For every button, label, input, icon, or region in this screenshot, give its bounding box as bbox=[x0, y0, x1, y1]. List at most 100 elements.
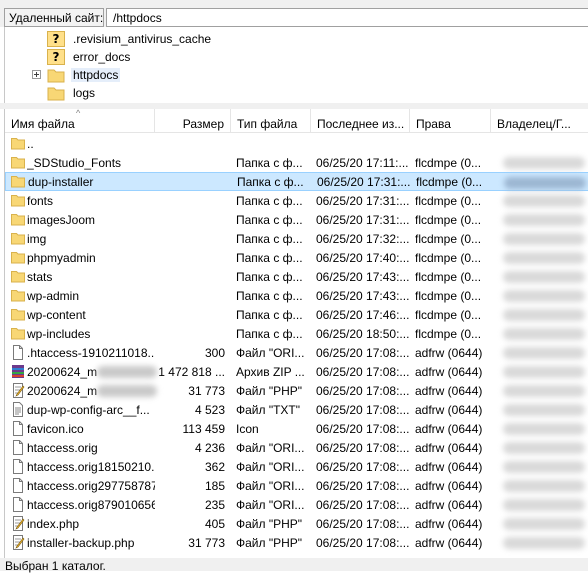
file-row[interactable]: 20200624_m 31 773 Файл "PHP" 06/25/20 17:08… bbox=[5, 381, 588, 400]
folder-icon bbox=[11, 136, 25, 153]
file-permissions: adfrw (0644) bbox=[415, 498, 483, 512]
redacted-owner bbox=[503, 309, 585, 321]
remote-directory-tree[interactable]: ? .revisium_antivirus_cache ? error_docs… bbox=[4, 27, 588, 103]
redacted-owner bbox=[503, 499, 585, 511]
file-row[interactable]: wp-includes Папка с ф... 06/25/20 18:50:..… bbox=[5, 324, 588, 343]
file-modified: 06/25/20 18:50:... bbox=[316, 327, 410, 341]
file-name: dup-installer bbox=[28, 175, 94, 189]
file-permissions: adfrw (0644) bbox=[415, 384, 483, 398]
file-type: Папка с ф... bbox=[236, 194, 303, 208]
file-row[interactable]: stats Папка с ф... 06/25/20 17:43:... flcdm… bbox=[5, 267, 588, 286]
column-header-modified[interactable]: Последнее из... bbox=[311, 109, 410, 133]
file-modified: 06/25/20 17:08:... bbox=[316, 346, 410, 360]
file-row[interactable]: .htaccess-1910211018... 300 Файл "ORI... 06… bbox=[5, 343, 588, 362]
file-row[interactable]: fonts Папка с ф... 06/25/20 17:31:... flcdm… bbox=[5, 191, 588, 210]
file-type: Папка с ф... bbox=[236, 232, 303, 246]
file-row[interactable]: phpmyadmin Папка с ф... 06/25/20 17:40:...… bbox=[5, 248, 588, 267]
file-type: Папка с ф... bbox=[236, 308, 303, 322]
file-name: img bbox=[27, 232, 47, 246]
file-type: Файл "ORI... bbox=[236, 498, 305, 512]
redacted-owner bbox=[503, 423, 585, 435]
file-row[interactable]: htaccess.orig 4 236 Файл "ORI... 06/25/20 1… bbox=[5, 438, 588, 457]
expand-httpdocs-icon[interactable] bbox=[32, 70, 41, 79]
file-row[interactable]: img Папка с ф... 06/25/20 17:32:... flcdmpe… bbox=[5, 229, 588, 248]
file-modified: 06/25/20 17:08:... bbox=[316, 517, 410, 531]
column-header-name[interactable]: Имя файла ^ bbox=[5, 109, 155, 133]
file-type: Файл "ORI... bbox=[236, 460, 305, 474]
file-row[interactable]: index.php 405 Файл "PHP" 06/25/20 17:08:...… bbox=[5, 514, 588, 533]
file-row[interactable]: htaccess.orig297758787 185 Файл "ORI... 06/… bbox=[5, 476, 588, 495]
column-header-type[interactable]: Тип файла bbox=[231, 109, 311, 133]
file-size: 4 236 bbox=[194, 441, 225, 455]
file-permissions: flcdmpe (0... bbox=[415, 232, 482, 246]
file-size: 4 523 bbox=[194, 403, 225, 417]
file-permissions: flcdmpe (0... bbox=[415, 327, 482, 341]
file-permissions: adfrw (0644) bbox=[415, 517, 483, 531]
file-row[interactable]: wp-admin Папка с ф... 06/25/20 17:43:... fl… bbox=[5, 286, 588, 305]
folder-icon bbox=[11, 250, 25, 267]
file-modified: 06/25/20 17:08:... bbox=[316, 498, 410, 512]
file-type: Архив ZIP ... bbox=[236, 365, 305, 379]
file-icon bbox=[11, 478, 25, 496]
file-type: Файл "TXT" bbox=[236, 403, 301, 417]
folder-icon bbox=[11, 212, 25, 229]
status-bar: Выбран 1 каталог. bbox=[0, 558, 588, 573]
file-name: fonts bbox=[27, 194, 54, 208]
column-header-type-label: Тип файла bbox=[237, 117, 298, 131]
file-name: .. bbox=[27, 137, 34, 151]
file-row[interactable]: 20200624_m 1 472 818 ... Архив ZIP ... 06/2… bbox=[5, 362, 588, 381]
redacted-owner bbox=[503, 480, 585, 492]
question-folder-icon: ? bbox=[47, 31, 65, 47]
file-row[interactable]: .. bbox=[5, 134, 588, 153]
file-type: Папка с ф... bbox=[237, 175, 304, 189]
remote-path-input[interactable]: /httpdocs bbox=[106, 8, 588, 27]
file-modified: 06/25/20 17:31:... bbox=[316, 213, 410, 227]
file-size: 31 773 bbox=[188, 536, 225, 550]
file-size: 405 bbox=[204, 517, 225, 531]
file-row[interactable]: installer-backup.php 31 773 Файл "PHP" 06/2… bbox=[5, 533, 588, 552]
file-permissions: flcdmpe (0... bbox=[415, 289, 482, 303]
redacted-owner bbox=[503, 214, 585, 226]
file-modified: 06/25/20 17:08:... bbox=[316, 479, 410, 493]
file-row[interactable]: htaccess.orig18150210... 362 Файл "ORI... 0… bbox=[5, 457, 588, 476]
column-header-size[interactable]: Размер bbox=[155, 109, 231, 133]
remote-file-list[interactable]: Имя файла ^ Размер Тип файла Последнее и… bbox=[4, 109, 588, 558]
file-row[interactable]: _SDStudio_Fonts Папка с ф... 06/25/20 17:1… bbox=[5, 153, 588, 172]
file-permissions: adfrw (0644) bbox=[415, 365, 483, 379]
file-row[interactable]: favicon.ico 113 459 Icon 06/25/20 17:08:...… bbox=[5, 419, 588, 438]
file-name: htaccess.orig297758787 bbox=[27, 479, 155, 493]
redacted-owner bbox=[503, 518, 585, 530]
file-row[interactable]: htaccess.orig879010656 235 Файл "ORI... 06/… bbox=[5, 495, 588, 514]
column-header-size-label: Размер bbox=[182, 117, 224, 131]
file-type: Папка с ф... bbox=[236, 213, 303, 227]
file-permissions: flcdmpe (0... bbox=[416, 175, 483, 189]
folder-icon bbox=[11, 326, 25, 343]
redacted-owner bbox=[503, 271, 585, 283]
file-icon bbox=[11, 459, 25, 477]
redacted-owner bbox=[503, 328, 585, 340]
file-name: installer-backup.php bbox=[27, 536, 135, 550]
column-header-permissions[interactable]: Права bbox=[410, 109, 491, 133]
file-row[interactable]: dup-wp-config-arc__f... 4 523 Файл "TXT" 06… bbox=[5, 400, 588, 419]
column-header-owner[interactable]: Владелец/Г... bbox=[491, 109, 588, 133]
redacted-name bbox=[97, 366, 157, 378]
column-header-modified-label: Последнее из... bbox=[317, 117, 405, 131]
file-permissions: flcdmpe (0... bbox=[415, 308, 482, 322]
folder-icon bbox=[47, 69, 65, 83]
file-modified: 06/25/20 17:31:... bbox=[316, 194, 410, 208]
file-row[interactable]: dup-installer Папка с ф... 06/25/20 17:31:… bbox=[5, 172, 588, 191]
sort-ascending-icon: ^ bbox=[76, 109, 81, 118]
file-size: 235 bbox=[204, 498, 225, 512]
redacted-owner bbox=[503, 366, 585, 378]
tree-item-label: .revisium_antivirus_cache bbox=[73, 32, 212, 46]
file-icon bbox=[11, 440, 25, 458]
file-row[interactable]: wp-content Папка с ф... 06/25/20 17:46:...… bbox=[5, 305, 588, 324]
redacted-owner bbox=[503, 195, 585, 207]
file-modified: 06/25/20 17:08:... bbox=[316, 365, 410, 379]
file-row[interactable]: imagesJoom Папка с ф... 06/25/20 17:31:...… bbox=[5, 210, 588, 229]
file-type: Файл "ORI... bbox=[236, 441, 305, 455]
folder-icon bbox=[11, 288, 25, 305]
file-size: 113 459 bbox=[182, 422, 226, 436]
file-type: Файл "PHP" bbox=[236, 384, 303, 398]
file-type: Файл "ORI... bbox=[236, 479, 305, 493]
